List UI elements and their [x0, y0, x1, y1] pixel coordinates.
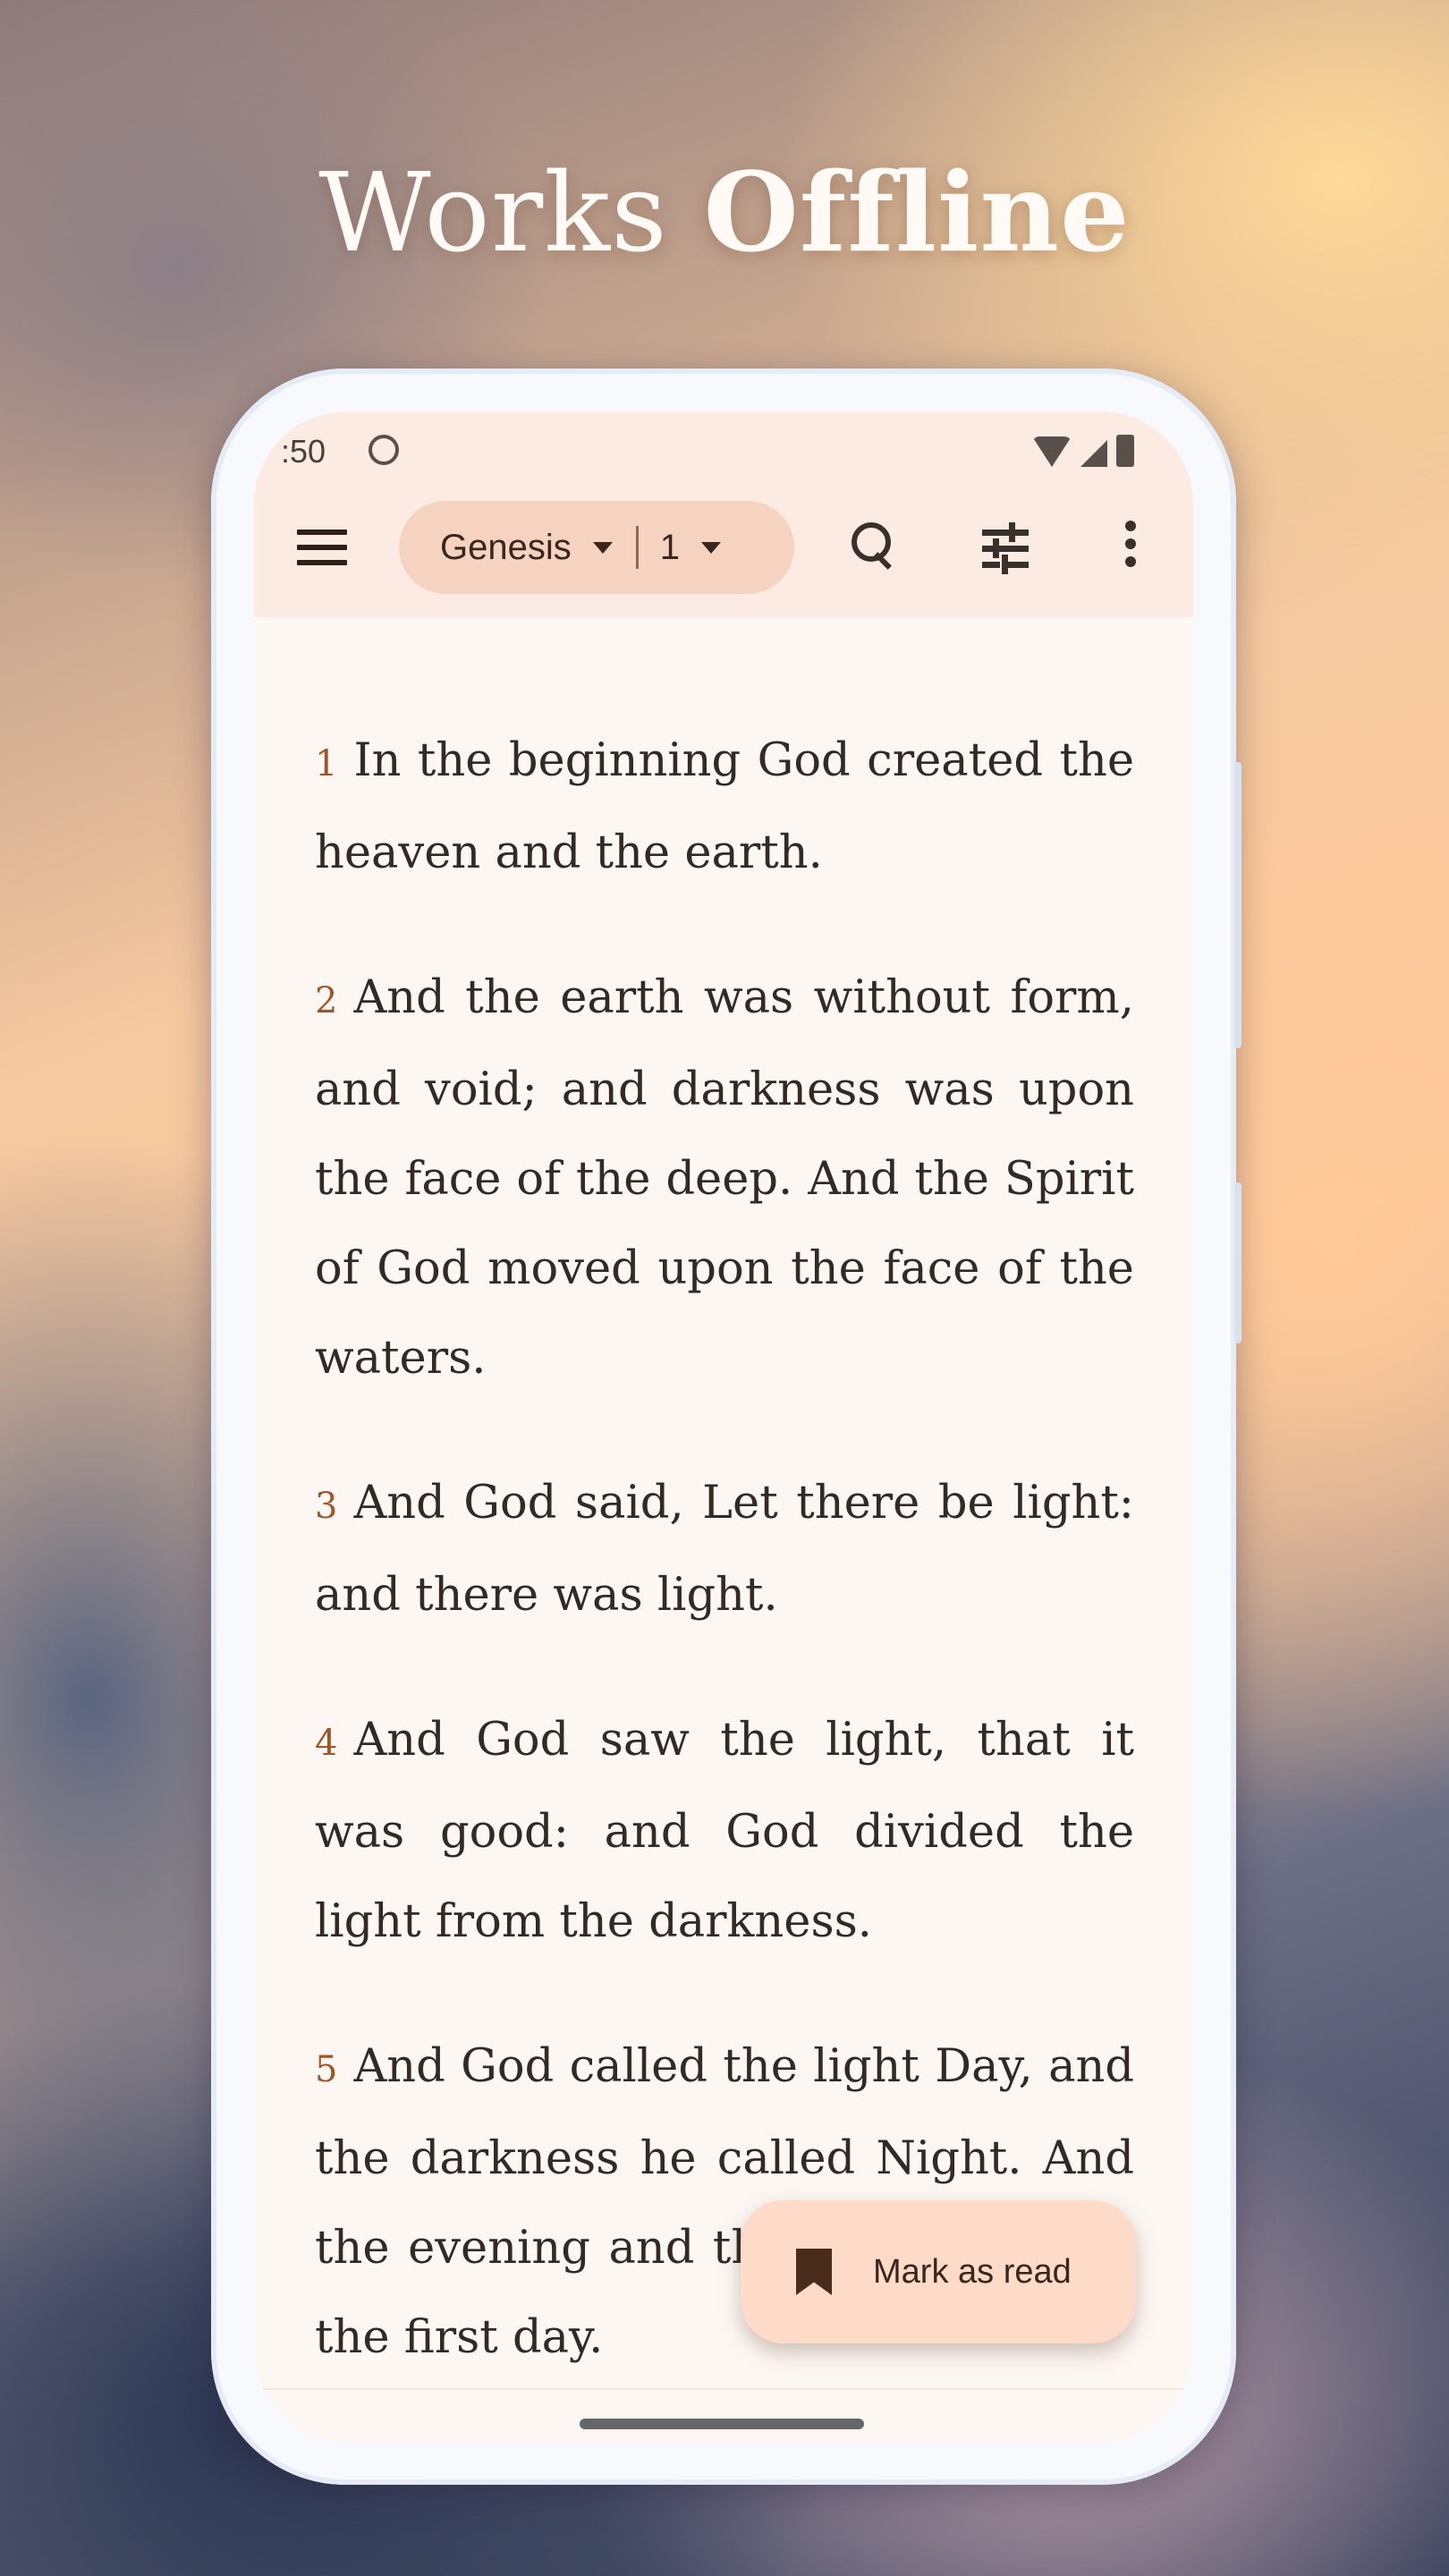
- verse-number: 2: [315, 980, 338, 1021]
- verse-text: And the earth was without form, and void…: [315, 971, 1134, 1385]
- verse-number: 3: [315, 1486, 338, 1527]
- divider: [635, 526, 639, 569]
- chapter-dropdown[interactable]: 1: [660, 528, 680, 568]
- power-button: [1234, 1182, 1241, 1343]
- phone-frame: :50 Genesis 1 1 In the beginning God cre…: [211, 369, 1241, 2485]
- tune-icon[interactable]: [979, 521, 1032, 574]
- verse-text: In the beginning God created the heaven …: [315, 734, 1134, 879]
- verse: 2 And the earth was without form, and voi…: [315, 953, 1134, 1403]
- toolbar: Genesis 1: [254, 494, 1193, 599]
- verse-text: And God said, Let there be light: and th…: [315, 1477, 1134, 1622]
- gesture-handle[interactable]: [580, 2419, 864, 2429]
- verse-list: 1 In the beginning God created the heaven…: [315, 671, 1134, 2438]
- bottom-divider: [254, 2388, 1193, 2390]
- book-dropdown[interactable]: Genesis: [440, 528, 572, 568]
- book-chapter-selector[interactable]: Genesis 1: [399, 501, 794, 594]
- menu-icon[interactable]: [297, 530, 347, 565]
- signal-icon: [1080, 440, 1107, 467]
- app-bar: :50 Genesis 1: [254, 411, 1193, 617]
- bookmark-icon: [796, 2249, 832, 2295]
- verse-number: 4: [315, 1723, 338, 1764]
- status-time: :50: [281, 433, 326, 470]
- verse: 4 And God saw the light, that it was good…: [315, 1696, 1134, 1967]
- mark-as-read-label: Mark as read: [873, 2252, 1072, 2291]
- mark-as-read-button[interactable]: Mark as read: [741, 2200, 1136, 2343]
- chevron-down-icon: [592, 541, 613, 554]
- verse: 1 In the beginning God created the heaven…: [315, 716, 1134, 898]
- status-bar: :50: [254, 424, 1193, 478]
- face-icon: [369, 435, 399, 465]
- search-icon[interactable]: [848, 521, 902, 574]
- headline: Works Offline: [0, 148, 1449, 276]
- verse-number: 5: [315, 2049, 338, 2090]
- verse-number: 1: [315, 743, 338, 784]
- verse: 3 And God said, Let there be light: and t…: [315, 1459, 1134, 1640]
- verse-text: And God saw the light, that it was good:…: [315, 1714, 1134, 1948]
- more-vert-icon[interactable]: [1104, 521, 1157, 574]
- chevron-down-icon: [701, 541, 721, 554]
- volume-button: [1234, 762, 1241, 1048]
- headline-part1: Works: [318, 149, 704, 276]
- wifi-icon: [1032, 436, 1072, 467]
- screen: :50 Genesis 1 1 In the beginning God cre…: [254, 411, 1193, 2442]
- battery-icon: [1116, 435, 1134, 467]
- headline-part2: Offline: [703, 148, 1131, 276]
